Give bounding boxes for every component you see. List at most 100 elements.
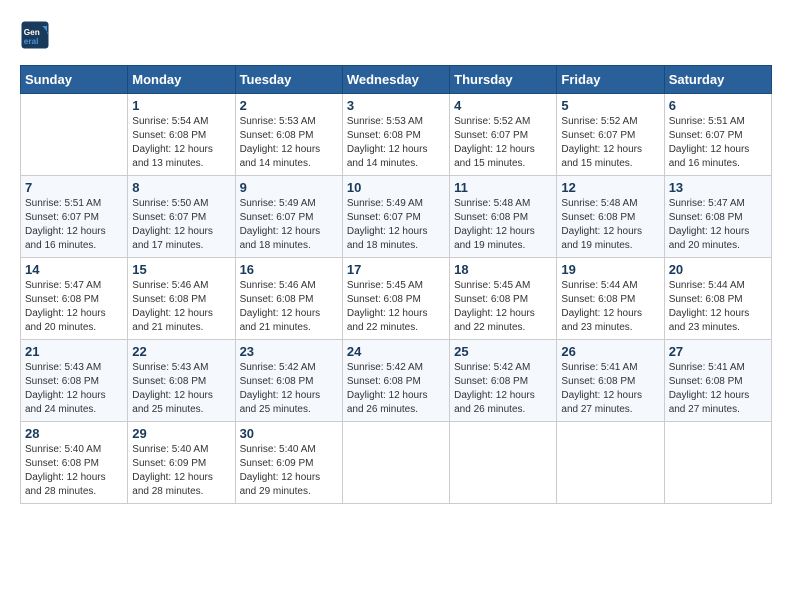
calendar-cell: 12 Sunrise: 5:48 AM Sunset: 6:08 PM Dayli…: [557, 176, 664, 258]
day-info: Sunrise: 5:50 AM Sunset: 6:07 PM Dayligh…: [132, 197, 230, 253]
day-number: 28: [25, 426, 123, 441]
day-info: Sunrise: 5:49 AM Sunset: 6:07 PM Dayligh…: [347, 197, 445, 253]
calendar-cell: 26 Sunrise: 5:41 AM Sunset: 6:08 PM Dayli…: [557, 340, 664, 422]
calendar-cell: [342, 422, 449, 504]
day-info: Sunrise: 5:42 AM Sunset: 6:08 PM Dayligh…: [347, 361, 445, 417]
day-header-sunday: Sunday: [21, 66, 128, 94]
day-info: Sunrise: 5:45 AM Sunset: 6:08 PM Dayligh…: [454, 279, 552, 335]
day-number: 8: [132, 180, 230, 195]
day-header-friday: Friday: [557, 66, 664, 94]
svg-text:Gen: Gen: [24, 28, 40, 37]
day-info: Sunrise: 5:46 AM Sunset: 6:08 PM Dayligh…: [132, 279, 230, 335]
day-header-thursday: Thursday: [450, 66, 557, 94]
day-number: 5: [561, 98, 659, 113]
calendar-cell: 7 Sunrise: 5:51 AM Sunset: 6:07 PM Daylig…: [21, 176, 128, 258]
day-number: 16: [240, 262, 338, 277]
day-number: 3: [347, 98, 445, 113]
calendar-cell: 25Sunrise: 5:42 AM Sunset: 6:08 PM Dayli…: [450, 340, 557, 422]
calendar-cell: 17Sunrise: 5:45 AM Sunset: 6:08 PM Dayli…: [342, 258, 449, 340]
day-info: Sunrise: 5:52 AM Sunset: 6:07 PM Dayligh…: [561, 115, 659, 171]
calendar-cell: 19Sunrise: 5:44 AM Sunset: 6:08 PM Dayli…: [557, 258, 664, 340]
day-number: 9: [240, 180, 338, 195]
calendar-cell: 24 Sunrise: 5:42 AM Sunset: 6:08 PM Dayli…: [342, 340, 449, 422]
calendar-cell: 30 Sunrise: 5:40 AM Sunset: 6:09 PM Dayli…: [235, 422, 342, 504]
day-number: 12: [561, 180, 659, 195]
calendar-cell: 6 Sunrise: 5:51 AM Sunset: 6:07 PM Daylig…: [664, 94, 771, 176]
day-info: Sunrise: 5:48 AM Sunset: 6:08 PM Dayligh…: [561, 197, 659, 253]
calendar-cell: 29 Sunrise: 5:40 AM Sunset: 6:09 PM Dayli…: [128, 422, 235, 504]
day-info: Sunrise: 5:40 AM Sunset: 6:09 PM Dayligh…: [132, 443, 230, 499]
day-info: Sunrise: 5:47 AM Sunset: 6:08 PM Dayligh…: [25, 279, 123, 335]
day-number: 23: [240, 344, 338, 359]
day-number: 13: [669, 180, 767, 195]
day-number: 29: [132, 426, 230, 441]
day-info: Sunrise: 5:53 AM Sunset: 6:08 PM Dayligh…: [347, 115, 445, 171]
day-header-saturday: Saturday: [664, 66, 771, 94]
day-info: Sunrise: 5:51 AM Sunset: 6:07 PM Dayligh…: [25, 197, 123, 253]
calendar-cell: 5 Sunrise: 5:52 AM Sunset: 6:07 PM Daylig…: [557, 94, 664, 176]
calendar-cell: 14 Sunrise: 5:47 AM Sunset: 6:08 PM Dayli…: [21, 258, 128, 340]
calendar-cell: 8 Sunrise: 5:50 AM Sunset: 6:07 PM Daylig…: [128, 176, 235, 258]
day-number: 10: [347, 180, 445, 195]
day-number: 27: [669, 344, 767, 359]
day-number: 6: [669, 98, 767, 113]
day-number: 11: [454, 180, 552, 195]
calendar-cell: 15 Sunrise: 5:46 AM Sunset: 6:08 PM Dayli…: [128, 258, 235, 340]
day-info: Sunrise: 5:46 AM Sunset: 6:08 PM Dayligh…: [240, 279, 338, 335]
calendar-cell: [21, 94, 128, 176]
calendar-cell: 28 Sunrise: 5:40 AM Sunset: 6:08 PM Dayli…: [21, 422, 128, 504]
day-header-wednesday: Wednesday: [342, 66, 449, 94]
day-number: 21: [25, 344, 123, 359]
day-info: Sunrise: 5:48 AM Sunset: 6:08 PM Dayligh…: [454, 197, 552, 253]
day-info: Sunrise: 5:41 AM Sunset: 6:08 PM Dayligh…: [669, 361, 767, 417]
day-number: 15: [132, 262, 230, 277]
calendar-cell: 23 Sunrise: 5:42 AM Sunset: 6:08 PM Dayli…: [235, 340, 342, 422]
day-number: 2: [240, 98, 338, 113]
day-info: Sunrise: 5:52 AM Sunset: 6:07 PM Dayligh…: [454, 115, 552, 171]
calendar-cell: [557, 422, 664, 504]
day-number: 24: [347, 344, 445, 359]
day-info: Sunrise: 5:42 AM Sunset: 6:08 PM Dayligh…: [454, 361, 552, 417]
calendar-cell: 21 Sunrise: 5:43 AM Sunset: 6:08 PM Dayli…: [21, 340, 128, 422]
day-info: Sunrise: 5:54 AM Sunset: 6:08 PM Dayligh…: [132, 115, 230, 171]
calendar-table: SundayMondayTuesdayWednesdayThursdayFrid…: [20, 65, 772, 504]
day-info: Sunrise: 5:43 AM Sunset: 6:08 PM Dayligh…: [25, 361, 123, 417]
day-info: Sunrise: 5:47 AM Sunset: 6:08 PM Dayligh…: [669, 197, 767, 253]
day-info: Sunrise: 5:43 AM Sunset: 6:08 PM Dayligh…: [132, 361, 230, 417]
day-header-tuesday: Tuesday: [235, 66, 342, 94]
day-number: 4: [454, 98, 552, 113]
calendar-cell: 27 Sunrise: 5:41 AM Sunset: 6:08 PM Dayli…: [664, 340, 771, 422]
calendar-cell: 3 Sunrise: 5:53 AM Sunset: 6:08 PM Daylig…: [342, 94, 449, 176]
day-info: Sunrise: 5:51 AM Sunset: 6:07 PM Dayligh…: [669, 115, 767, 171]
calendar-cell: 16 Sunrise: 5:46 AM Sunset: 6:08 PM Dayli…: [235, 258, 342, 340]
day-info: Sunrise: 5:40 AM Sunset: 6:09 PM Dayligh…: [240, 443, 338, 499]
day-number: 18: [454, 262, 552, 277]
day-number: 14: [25, 262, 123, 277]
calendar-cell: [450, 422, 557, 504]
logo: Gen eral: [20, 20, 54, 50]
day-info: Sunrise: 5:44 AM Sunset: 6:08 PM Dayligh…: [561, 279, 659, 335]
day-number: 22: [132, 344, 230, 359]
calendar-cell: 11 Sunrise: 5:48 AM Sunset: 6:08 PM Dayli…: [450, 176, 557, 258]
day-info: Sunrise: 5:41 AM Sunset: 6:08 PM Dayligh…: [561, 361, 659, 417]
day-info: Sunrise: 5:40 AM Sunset: 6:08 PM Dayligh…: [25, 443, 123, 499]
calendar-cell: 18 Sunrise: 5:45 AM Sunset: 6:08 PM Dayli…: [450, 258, 557, 340]
svg-text:eral: eral: [24, 37, 39, 46]
day-header-monday: Monday: [128, 66, 235, 94]
calendar-cell: 2Sunrise: 5:53 AM Sunset: 6:08 PM Daylig…: [235, 94, 342, 176]
day-info: Sunrise: 5:42 AM Sunset: 6:08 PM Dayligh…: [240, 361, 338, 417]
calendar-cell: 1 Sunrise: 5:54 AM Sunset: 6:08 PM Daylig…: [128, 94, 235, 176]
calendar-cell: 9 Sunrise: 5:49 AM Sunset: 6:07 PM Daylig…: [235, 176, 342, 258]
day-number: 7: [25, 180, 123, 195]
day-number: 20: [669, 262, 767, 277]
logo-icon: Gen eral: [20, 20, 50, 50]
day-number: 30: [240, 426, 338, 441]
calendar-cell: 13 Sunrise: 5:47 AM Sunset: 6:08 PM Dayli…: [664, 176, 771, 258]
calendar-cell: 4 Sunrise: 5:52 AM Sunset: 6:07 PM Daylig…: [450, 94, 557, 176]
day-number: 1: [132, 98, 230, 113]
day-number: 17: [347, 262, 445, 277]
calendar-cell: [664, 422, 771, 504]
day-info: Sunrise: 5:49 AM Sunset: 6:07 PM Dayligh…: [240, 197, 338, 253]
day-info: Sunrise: 5:44 AM Sunset: 6:08 PM Dayligh…: [669, 279, 767, 335]
day-number: 26: [561, 344, 659, 359]
